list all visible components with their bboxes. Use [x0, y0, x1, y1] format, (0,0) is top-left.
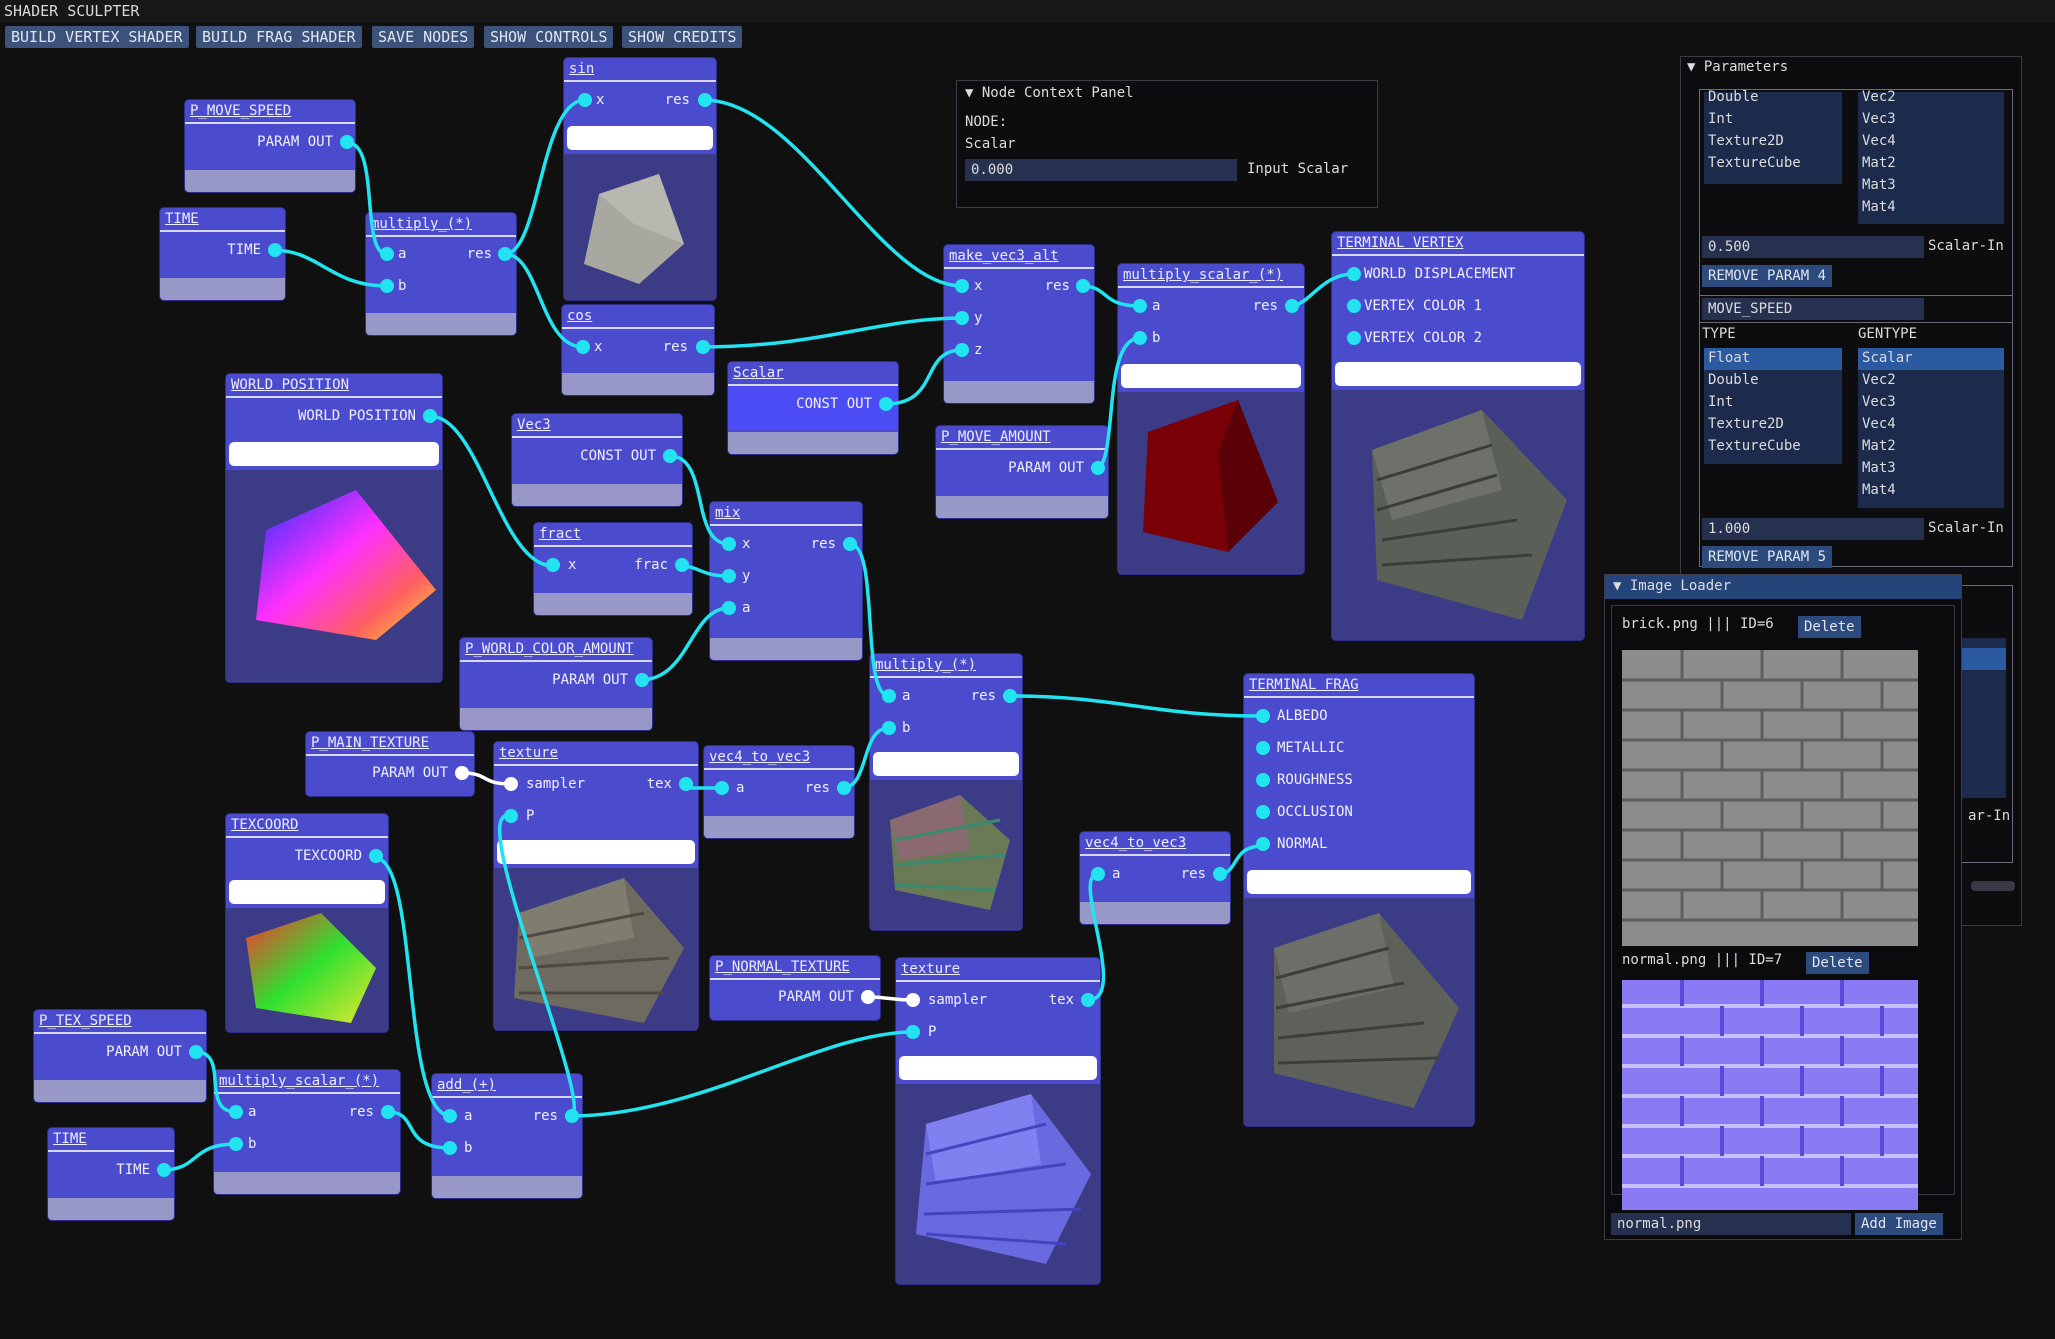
- gentype-option[interactable]: Mat4: [1862, 482, 1896, 498]
- type-option[interactable]: Texture2D: [1708, 133, 1784, 149]
- gentype-option[interactable]: Vec3: [1862, 394, 1896, 410]
- delete-image-button[interactable]: Delete: [1806, 952, 1869, 974]
- normal-texture-image: [1622, 980, 1918, 1210]
- node-context-panel: ▼ Node Context Panel NODE: Scalar 0.000 …: [956, 80, 1378, 208]
- wire: [195, 1050, 237, 1114]
- gentype-option[interactable]: Mat2: [1862, 155, 1896, 171]
- gentype-option[interactable]: Vec2: [1862, 372, 1896, 388]
- type-option[interactable]: Int: [1708, 111, 1733, 127]
- wire: [701, 316, 963, 349]
- type-option[interactable]: Int: [1708, 394, 1733, 410]
- type-option[interactable]: TextureCube: [1708, 155, 1801, 171]
- wire: [679, 564, 730, 578]
- wire: [347, 141, 388, 256]
- node-label: NODE:: [965, 114, 1008, 130]
- param-5-value-input[interactable]: 1.000: [1702, 518, 1924, 540]
- gentype-option[interactable]: Vec4: [1862, 133, 1896, 149]
- gentype-list[interactable]: [1962, 638, 2006, 798]
- wire: [569, 1030, 914, 1118]
- wire: [461, 771, 512, 786]
- scalar-value-input[interactable]: 0.000: [965, 159, 1237, 181]
- param-5-label: Scalar-In: [1928, 520, 2004, 536]
- param-4-block: Double Int Texture2D TextureCube Vec2 Ve…: [1699, 89, 2013, 323]
- image-label: brick.png ||| ID=6: [1622, 616, 1774, 632]
- wire: [387, 1110, 451, 1150]
- wire: [703, 98, 963, 288]
- gentype-option-selected[interactable]: Scalar: [1862, 350, 1913, 366]
- panel-header-label: Image Loader: [1629, 578, 1732, 594]
- wire: [1087, 872, 1106, 1002]
- wire: [504, 252, 584, 349]
- delete-image-button[interactable]: Delete: [1798, 616, 1861, 638]
- horizontal-scrollbar[interactable]: [1971, 881, 2015, 891]
- wire: [1080, 284, 1141, 308]
- input-scalar-label: Input Scalar: [1247, 161, 1349, 177]
- panel-header[interactable]: ▼ Node Context Panel: [965, 85, 1134, 101]
- gentype-option[interactable]: Mat4: [1862, 199, 1896, 215]
- gentype-list[interactable]: Vec2 Vec3 Vec4 Mat2 Mat3 Mat4: [1858, 89, 2004, 224]
- type-list[interactable]: Float Double Int Texture2D TextureCube: [1704, 348, 1842, 464]
- wire: [849, 542, 890, 698]
- wire: [1217, 844, 1264, 876]
- add-image-button[interactable]: Add Image: [1855, 1213, 1943, 1235]
- param-4-value-input[interactable]: 0.500: [1702, 236, 1924, 258]
- wire: [498, 814, 577, 1118]
- type-list[interactable]: Double Int Texture2D TextureCube: [1704, 89, 1842, 184]
- gentype-option[interactable]: Mat3: [1862, 460, 1896, 476]
- image-loader-panel: ▼ Image Loader brick.png ||| ID=6 Delete…: [1604, 574, 1962, 1240]
- node-type-text: Scalar: [965, 136, 1016, 152]
- wire: [867, 995, 914, 1002]
- image-filename-input[interactable]: normal.png: [1611, 1213, 1851, 1235]
- wire: [841, 726, 890, 790]
- gentype-option[interactable]: Mat3: [1862, 177, 1896, 193]
- wire: [669, 454, 730, 546]
- gentype-option[interactable]: Vec4: [1862, 416, 1896, 432]
- wire: [885, 348, 963, 406]
- wire: [639, 606, 730, 682]
- gentype-list[interactable]: Scalar Vec2 Vec3 Vec4 Mat2 Mat3 Mat4: [1858, 348, 2004, 508]
- param-5-block: MOVE_SPEED TYPE GENTYPE Float Double Int…: [1699, 295, 2013, 568]
- param-6-label: ar-In: [1968, 808, 2011, 824]
- wire: [1093, 336, 1141, 472]
- panel-header[interactable]: ▼ Image Loader: [1613, 578, 1731, 594]
- type-option[interactable]: Texture2D: [1708, 416, 1784, 432]
- panel-header[interactable]: ▼ Parameters: [1687, 59, 1788, 75]
- remove-param-5-button[interactable]: REMOVE PARAM 5: [1702, 546, 1833, 568]
- wire: [374, 856, 452, 1118]
- param-name-input[interactable]: MOVE_SPEED: [1702, 298, 1924, 320]
- selected-row-highlight: [1962, 648, 2006, 670]
- wire: [1289, 272, 1355, 308]
- gentype-option[interactable]: Vec3: [1862, 111, 1896, 127]
- type-option-selected[interactable]: Float: [1708, 350, 1750, 366]
- remove-param-4-button[interactable]: REMOVE PARAM 4: [1702, 265, 1833, 287]
- image-label: normal.png ||| ID=7: [1622, 952, 1783, 968]
- wire: [429, 414, 554, 568]
- type-label: TYPE: [1702, 326, 1736, 342]
- image-list: brick.png ||| ID=6 Delete normal.png |||…: [1611, 605, 1955, 1210]
- panel-header-label: Parameters: [1703, 59, 1789, 75]
- wire: [504, 98, 586, 256]
- panel-header-label: Node Context Panel: [981, 85, 1134, 101]
- type-option[interactable]: Double: [1708, 89, 1759, 105]
- gentype-option[interactable]: Vec2: [1862, 89, 1896, 105]
- wire: [161, 1142, 237, 1172]
- wire: [271, 248, 388, 288]
- type-option[interactable]: TextureCube: [1708, 438, 1801, 454]
- param-4-label: Scalar-In: [1928, 238, 2004, 254]
- type-option[interactable]: Double: [1708, 372, 1759, 388]
- gentype-label: GENTYPE: [1858, 326, 1918, 342]
- brick-texture-image: [1622, 650, 1918, 946]
- gentype-option[interactable]: Mat2: [1862, 438, 1896, 454]
- wire: [1009, 694, 1264, 718]
